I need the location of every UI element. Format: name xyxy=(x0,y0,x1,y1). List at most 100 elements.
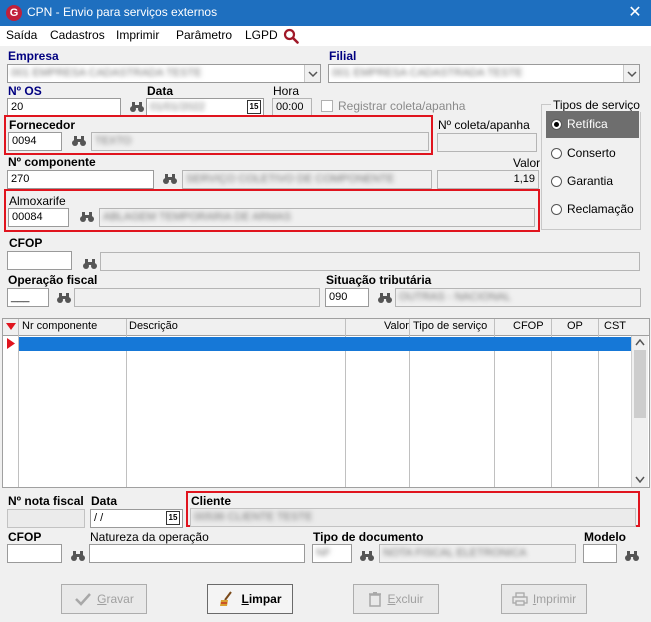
close-icon[interactable]: ✕ xyxy=(624,3,646,23)
menu-lgpd[interactable]: LGPD xyxy=(245,28,278,42)
calendar-icon[interactable]: 15 xyxy=(166,511,180,525)
operacao-input[interactable]: ___ xyxy=(7,288,49,307)
cfop-input[interactable] xyxy=(7,251,72,270)
radio-button[interactable] xyxy=(551,176,562,187)
situacao-desc-input[interactable]: OUTRAS - NACIONAL xyxy=(395,288,641,307)
componente-desc-input[interactable]: SERVIÇO COLETIVO DE COMPONENTE xyxy=(182,170,432,189)
filial-select[interactable]: 001 EMPRESA CADASTRADA TESTE xyxy=(328,64,640,83)
radio-garantia[interactable]: Garantia xyxy=(546,168,639,195)
col-nr-componente[interactable]: Nr componente xyxy=(22,320,97,332)
sort-down-icon[interactable] xyxy=(6,323,16,331)
items-grid[interactable]: Nr componente Descrição Valor Tipo de se… xyxy=(2,318,650,488)
radio-reclamacao[interactable]: Reclamação xyxy=(546,196,639,223)
valor-label: Valor xyxy=(513,156,541,170)
situacao-label: Situação tributária xyxy=(326,273,432,287)
radio-reclamacao-label: Reclamação xyxy=(567,202,634,216)
tipo-doc-desc: NOTA FISCAL ELETRONICA xyxy=(383,547,527,559)
limpar-label: Limpar xyxy=(241,592,282,606)
coleta-label: Nº coleta/apanha xyxy=(438,118,530,132)
natureza-label: Natureza da operação xyxy=(90,530,209,544)
binoculars-icon[interactable] xyxy=(162,172,178,186)
fornecedor-code: 0094 xyxy=(12,135,37,147)
tipo-doc-desc-input[interactable]: NOTA FISCAL ELETRONICA xyxy=(379,544,576,563)
componente-code-input[interactable]: 270 xyxy=(7,170,154,189)
limpar-button[interactable]: Limpar xyxy=(207,584,293,614)
cliente-input[interactable]: 00536 CLIENTE TESTE xyxy=(190,508,636,527)
col-descricao[interactable]: Descrição xyxy=(129,320,178,332)
row-pointer-icon xyxy=(7,338,15,349)
radio-button[interactable] xyxy=(551,119,562,130)
empresa-select[interactable]: 001 EMPRESA CADASTRADA TESTE xyxy=(7,64,321,83)
binoculars-icon[interactable] xyxy=(624,549,640,563)
binoculars-icon[interactable] xyxy=(71,134,87,148)
fornecedor-name-input[interactable]: TEXTO xyxy=(91,132,429,151)
tipos-servico-label: Tipos de serviço xyxy=(551,98,642,112)
nota-data-input[interactable]: / / 15 xyxy=(90,509,183,528)
col-valor[interactable]: Valor xyxy=(384,320,409,332)
menu-parametro[interactable]: Parâmetro xyxy=(176,28,232,42)
filial-label: Filial xyxy=(329,49,357,63)
table-row[interactable] xyxy=(19,337,631,351)
cfop-bottom-input[interactable] xyxy=(7,544,62,563)
tipo-doc-code-input[interactable]: NF xyxy=(312,544,352,563)
binoculars-icon[interactable] xyxy=(70,549,86,563)
gravar-label: Gravar xyxy=(97,592,134,606)
broom-icon xyxy=(220,591,233,606)
radio-retifica[interactable]: Retífica xyxy=(546,111,639,138)
radio-button[interactable] xyxy=(551,204,562,215)
componente-desc: SERVIÇO COLETIVO DE COMPONENTE xyxy=(186,173,395,185)
binoculars-icon[interactable] xyxy=(79,210,95,224)
fornecedor-code-input[interactable]: 0094 xyxy=(8,132,62,151)
empresa-value: 001 EMPRESA CADASTRADA TESTE xyxy=(11,67,202,79)
radio-garantia-label: Garantia xyxy=(567,174,614,188)
modelo-input[interactable] xyxy=(583,544,617,563)
operacao-value: ___ xyxy=(11,291,30,303)
valor-input[interactable]: 1,19 xyxy=(437,170,539,189)
radio-button[interactable] xyxy=(551,148,562,159)
menu-imprimir[interactable]: Imprimir xyxy=(116,28,159,42)
scroll-up-icon[interactable] xyxy=(635,339,645,346)
scroll-thumb[interactable] xyxy=(634,350,646,418)
almoxarife-name: ABLAGEM TEMPORARIA DE ARMAS xyxy=(103,211,292,223)
search-icon[interactable] xyxy=(283,28,299,44)
excluir-button[interactable]: Excluir xyxy=(353,584,439,614)
radio-conserto[interactable]: Conserto xyxy=(546,140,639,167)
coleta-input[interactable] xyxy=(437,133,537,152)
nota-input[interactable] xyxy=(7,509,85,528)
col-cfop[interactable]: CFOP xyxy=(513,320,544,332)
natureza-input[interactable] xyxy=(89,544,305,563)
registrar-checkbox[interactable] xyxy=(321,100,333,112)
binoculars-icon[interactable] xyxy=(56,291,72,305)
nota-label: Nº nota fiscal xyxy=(8,494,84,508)
fornecedor-name: TEXTO xyxy=(95,135,132,147)
menu-saida[interactable]: Saída xyxy=(6,28,37,42)
binoculars-icon[interactable] xyxy=(82,257,98,271)
registrar-label: Registrar coleta/apanha xyxy=(338,99,466,113)
col-op[interactable]: OP xyxy=(567,320,583,332)
vertical-scrollbar[interactable] xyxy=(631,336,648,487)
chevron-down-icon[interactable] xyxy=(623,65,639,82)
gravar-button[interactable]: Gravar xyxy=(61,584,147,614)
radio-retifica-label: Retífica xyxy=(567,117,608,131)
data-label: Data xyxy=(147,84,174,98)
menu-cadastros[interactable]: Cadastros xyxy=(50,28,105,42)
fornecedor-label: Fornecedor xyxy=(9,118,76,132)
binoculars-icon[interactable] xyxy=(377,291,393,305)
binoculars-icon[interactable] xyxy=(359,549,375,563)
nota-data-value: / / xyxy=(94,512,104,524)
col-cst[interactable]: CST xyxy=(604,320,626,332)
scroll-down-icon[interactable] xyxy=(635,476,645,483)
col-tipo-servico[interactable]: Tipo de serviço xyxy=(413,320,487,332)
calendar-icon[interactable]: 15 xyxy=(247,100,261,114)
situacao-code-input[interactable]: 090 xyxy=(325,288,369,307)
chevron-down-icon[interactable] xyxy=(304,65,320,82)
almoxarife-code-input[interactable]: 00084 xyxy=(8,208,69,227)
almoxarife-name-input[interactable]: ABLAGEM TEMPORARIA DE ARMAS xyxy=(99,208,535,227)
binoculars-icon[interactable] xyxy=(129,100,145,114)
cfop-bottom-label: CFOP xyxy=(8,530,42,544)
cliente-value: 00536 CLIENTE TESTE xyxy=(194,511,313,523)
tipo-doc-label: Tipo de documento xyxy=(313,530,424,544)
imprimir-button[interactable]: Imprimir xyxy=(501,584,587,614)
operacao-desc-input[interactable] xyxy=(74,288,320,307)
cfop-desc-input[interactable] xyxy=(100,252,640,271)
